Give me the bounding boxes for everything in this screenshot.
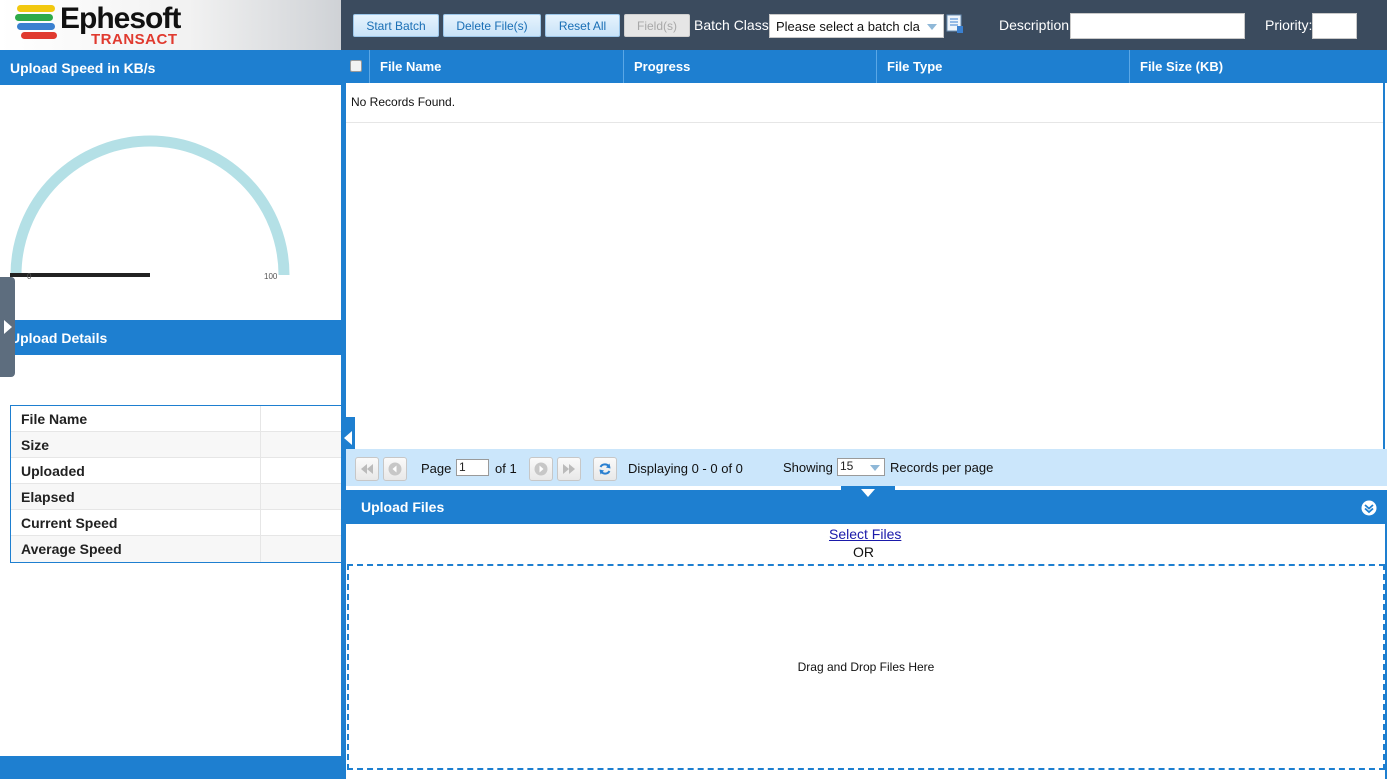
- grid-row-divider: [346, 122, 1384, 123]
- column-progress[interactable]: Progress: [624, 50, 877, 83]
- detail-value: [261, 484, 342, 509]
- last-page-button[interactable]: [557, 457, 581, 481]
- detail-row-uploaded: Uploaded: [11, 458, 342, 484]
- records-per-page-select[interactable]: 15: [837, 458, 885, 476]
- batch-class-value: Please select a batch cla: [776, 19, 920, 34]
- page-number-input[interactable]: 1: [456, 459, 489, 476]
- refresh-button[interactable]: [593, 457, 617, 481]
- detail-value: [261, 458, 342, 483]
- batch-class-info-icon[interactable]: [946, 14, 964, 34]
- grid-right-border: [1383, 50, 1385, 450]
- logo: Ephesoft TRANSACT: [0, 0, 341, 50]
- detail-label: Elapsed: [11, 484, 261, 509]
- gauge-max-label: 100: [264, 272, 278, 281]
- detail-value: [261, 510, 342, 535]
- file-grid-header: File Name Progress File Type File Size (…: [346, 50, 1387, 83]
- detail-label: Uploaded: [11, 458, 261, 483]
- upload-files-title: Upload Files: [361, 499, 445, 515]
- refresh-icon: [599, 463, 611, 475]
- upload-details-header: Upload Details: [0, 320, 341, 355]
- select-all-checkbox[interactable]: [350, 60, 362, 72]
- collapse-upload-icon[interactable]: [1361, 500, 1377, 516]
- detail-value: [261, 406, 342, 431]
- reset-all-button[interactable]: Reset All: [545, 14, 620, 37]
- detail-label: Current Speed: [11, 510, 261, 535]
- page-of-label: of 1: [495, 461, 517, 476]
- chevron-down-icon: [927, 24, 937, 30]
- logo-stripes-icon: [15, 5, 57, 39]
- detail-row-elapsed: Elapsed: [11, 484, 342, 510]
- detail-label: Average Speed: [11, 536, 261, 562]
- upload-details-table: File Name Size Uploaded Elapsed Current …: [10, 405, 342, 563]
- next-page-icon: [534, 462, 548, 476]
- detail-label: Size: [11, 432, 261, 457]
- gauge-min-label: 0: [27, 272, 32, 281]
- detail-row-average-speed: Average Speed: [11, 536, 342, 562]
- left-panel-footer: [0, 756, 341, 779]
- detail-row-size: Size: [11, 432, 342, 458]
- displaying-text: Displaying 0 - 0 of 0: [628, 461, 743, 476]
- detail-value: [261, 432, 342, 457]
- chevron-down-icon: [861, 489, 875, 497]
- batch-class-label: Batch Class:: [694, 17, 773, 33]
- chevron-right-icon: [3, 320, 12, 334]
- first-page-button[interactable]: [355, 457, 379, 481]
- or-separator: OR: [853, 544, 874, 560]
- column-file-name[interactable]: File Name: [370, 50, 624, 83]
- prev-page-icon: [388, 462, 402, 476]
- grid-pager: Page 1 of 1 Displaying 0 - 0 of 0 Showin…: [346, 449, 1387, 486]
- prev-page-button[interactable]: [383, 457, 407, 481]
- select-files-link[interactable]: Select Files: [829, 526, 901, 542]
- batch-class-select[interactable]: Please select a batch cla: [769, 14, 944, 38]
- detail-row-current-speed: Current Speed: [11, 510, 342, 536]
- next-page-button[interactable]: [529, 457, 553, 481]
- column-file-type[interactable]: File Type: [877, 50, 1130, 83]
- expand-panel-tab[interactable]: [0, 277, 15, 377]
- showing-label: Showing: [783, 460, 833, 475]
- description-input[interactable]: [1070, 13, 1245, 39]
- priority-input[interactable]: [1312, 13, 1357, 39]
- chevron-down-icon: [870, 465, 880, 471]
- upload-speed-gauge: 0 100: [10, 135, 290, 281]
- description-label: Description:: [999, 17, 1073, 33]
- fields-button[interactable]: Field(s): [624, 14, 690, 37]
- records-per-page-label: Records per page: [890, 460, 994, 475]
- grid-empty-message: No Records Found.: [351, 95, 456, 109]
- panel-divider[interactable]: [341, 50, 346, 779]
- left-panel: Upload Speed in KB/s 0 100 Upload Detail…: [0, 50, 342, 779]
- chevron-left-icon: [344, 431, 352, 445]
- pager-collapse-handle[interactable]: [841, 486, 895, 500]
- app-header: Ephesoft TRANSACT Start Batch Delete Fil…: [0, 0, 1387, 50]
- last-page-icon: [563, 464, 575, 474]
- column-file-size[interactable]: File Size (KB): [1130, 50, 1385, 83]
- drag-drop-text: Drag and Drop Files Here: [797, 660, 935, 674]
- delete-files-button[interactable]: Delete File(s): [443, 14, 541, 37]
- detail-value: [261, 536, 342, 562]
- logo-subtitle: TRANSACT: [91, 31, 178, 48]
- first-page-icon: [361, 464, 373, 474]
- detail-label: File Name: [11, 406, 261, 431]
- gauge-track: [10, 135, 290, 276]
- page-label: Page: [421, 461, 452, 476]
- start-batch-button[interactable]: Start Batch: [353, 14, 439, 37]
- priority-label: Priority:: [1265, 17, 1313, 33]
- records-per-page-value: 15: [840, 459, 854, 473]
- select-all-cell: [346, 50, 370, 83]
- drag-drop-zone[interactable]: Drag and Drop Files Here: [347, 564, 1385, 770]
- detail-row-file-name: File Name: [11, 406, 342, 432]
- upload-speed-header: Upload Speed in KB/s: [0, 50, 341, 85]
